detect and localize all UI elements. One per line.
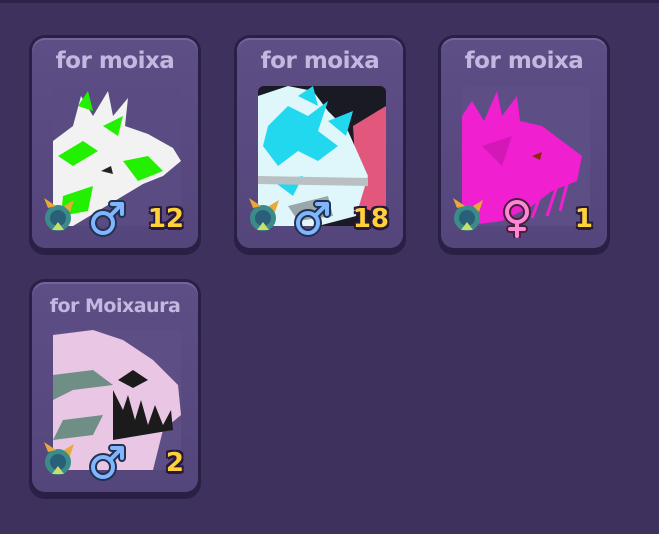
pet-level: 18	[352, 204, 389, 234]
dragon-badge-icon	[247, 196, 281, 236]
male-gender-icon	[88, 442, 128, 482]
pet-level: 1	[574, 204, 593, 234]
dragon-badge-icon	[42, 440, 76, 480]
pet-level: 12	[147, 204, 184, 234]
pet-card-title: for moixa	[260, 48, 380, 74]
pet-card-title: for moixa	[464, 48, 584, 74]
female-gender-icon	[497, 198, 537, 240]
pet-inventory-panel: for moixa 12 for moixa 18 for moixa 1 fo…	[0, 0, 659, 534]
pet-card-body: for moixa	[32, 38, 198, 248]
pet-card-2[interactable]: for moixa 18	[234, 35, 406, 255]
pet-card-1[interactable]: for moixa 12	[29, 35, 201, 255]
dragon-badge-icon	[451, 196, 485, 236]
male-gender-icon	[88, 198, 128, 238]
pet-card-body: for moixa	[237, 38, 403, 248]
pet-card-title: for Moixaura	[49, 295, 181, 317]
pet-card-title: for moixa	[55, 48, 175, 74]
dragon-badge-icon	[42, 196, 76, 236]
pet-level: 2	[165, 448, 184, 478]
pet-card-3[interactable]: for moixa 1	[438, 35, 610, 255]
pet-card-4[interactable]: for Moixaura 2	[29, 279, 201, 499]
pet-card-body: for moixa	[441, 38, 607, 248]
pet-card-body: for Moixaura 2	[32, 282, 198, 492]
male-gender-icon	[293, 198, 333, 238]
